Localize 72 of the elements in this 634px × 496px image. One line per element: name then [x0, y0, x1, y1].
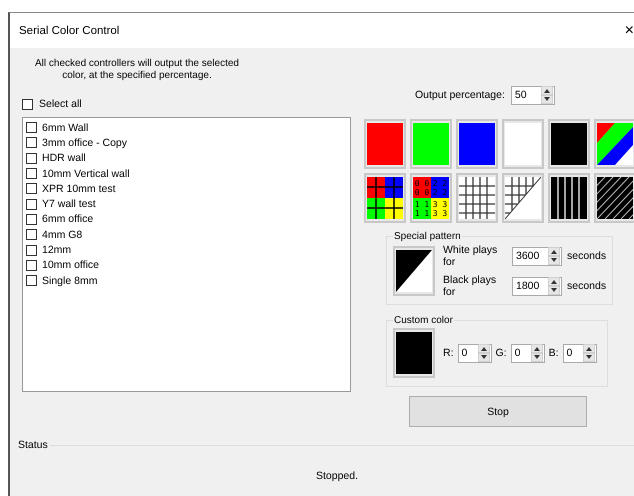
controller-label[interactable]: 10mm Vertical wall: [42, 168, 130, 180]
output-percentage-label: Output percentage:: [415, 89, 505, 101]
checkbox[interactable]: [26, 214, 37, 225]
group-title: Custom color: [393, 315, 454, 326]
checkbox[interactable]: [26, 244, 37, 256]
instruction-text: All checked controllers will output the selected color, at the specified percentage.: [34, 58, 240, 82]
pattern-button[interactable]: [594, 119, 634, 169]
number-field[interactable]: 0: [562, 344, 597, 362]
controller-label[interactable]: Single 8mm: [42, 274, 98, 287]
color-swatch-button[interactable]: [393, 328, 435, 378]
number-field[interactable]: 3600: [512, 246, 562, 266]
number-field[interactable]: 0: [458, 344, 492, 362]
spin-arrows-icon[interactable]: [582, 344, 595, 362]
checkbox[interactable]: [26, 122, 37, 134]
spin-arrows-icon[interactable]: [548, 247, 560, 265]
diagonal-hatch-icon: [597, 177, 633, 219]
unit-label: seconds: [567, 280, 606, 292]
checkbox[interactable]: [26, 229, 37, 240]
window-title: Serial Color Control: [19, 24, 120, 36]
vertical-stripes-icon: [551, 177, 587, 219]
color-swatch-button[interactable]: [548, 119, 590, 169]
duration-label: White plays for: [443, 244, 498, 268]
controller-label[interactable]: 6mm Wall: [42, 122, 88, 134]
half-grid-icon: [505, 177, 541, 219]
controller-label[interactable]: 12mm: [42, 244, 72, 256]
number-field[interactable]: 50: [510, 86, 555, 104]
grid-icon: [459, 177, 495, 219]
channel-label: G:: [496, 347, 507, 359]
checkbox[interactable]: [26, 168, 37, 180]
color-swatch-button[interactable]: [502, 119, 544, 169]
spin-arrows-icon[interactable]: [540, 86, 553, 104]
checkbox[interactable]: [26, 275, 37, 286]
number-field[interactable]: 1800: [512, 276, 562, 296]
pattern-button[interactable]: [456, 173, 498, 223]
controller-label[interactable]: Y7 wall test: [42, 198, 96, 210]
pattern-button[interactable]: [548, 173, 590, 223]
diagonal-split-icon: [396, 250, 432, 292]
spin-arrows-icon[interactable]: [530, 344, 543, 362]
color-swatch-button[interactable]: [364, 119, 406, 169]
controller-label[interactable]: 10mm office: [42, 259, 99, 272]
controller-label[interactable]: HDR wall: [42, 152, 86, 164]
unit-label: seconds: [567, 250, 606, 262]
color-swatch-button[interactable]: [410, 119, 452, 169]
close-button[interactable]: ×: [624, 22, 634, 40]
quadrant-grid-icon: [367, 177, 403, 219]
pattern-button[interactable]: [594, 173, 634, 223]
select-all-label[interactable]: Select all: [39, 98, 82, 110]
spin-arrows-icon[interactable]: [478, 344, 490, 362]
spin-arrows-icon[interactable]: [548, 277, 560, 295]
controller-label[interactable]: 4mm G8: [42, 228, 82, 241]
checkbox[interactable]: [26, 260, 37, 271]
checkbox[interactable]: [26, 152, 37, 164]
controller-label[interactable]: XPR 10mm test: [42, 182, 116, 195]
diagonal-stripes-icon: [597, 123, 633, 165]
number-field[interactable]: 0: [510, 344, 545, 362]
channel-label: B:: [548, 347, 559, 359]
channel-label: R:: [443, 347, 454, 359]
checkbox[interactable]: [26, 183, 37, 194]
pattern-button[interactable]: [364, 173, 406, 223]
controller-label[interactable]: 6mm office: [42, 213, 94, 226]
controller-label[interactable]: 3mm office - Copy: [42, 136, 127, 149]
group-title: Special pattern: [393, 231, 462, 242]
pattern-button[interactable]: [393, 246, 435, 296]
checkbox[interactable]: [26, 198, 37, 210]
checkbox[interactable]: [26, 137, 37, 148]
checkbox[interactable]: [22, 98, 33, 110]
pattern-button[interactable]: [502, 173, 544, 223]
stop-button[interactable]: Stop: [409, 396, 587, 427]
color-swatch-button[interactable]: [456, 119, 498, 169]
status-title: Status: [18, 439, 48, 451]
duration-label: Black plays for: [443, 274, 498, 298]
status-text: Stopped.: [316, 470, 358, 482]
